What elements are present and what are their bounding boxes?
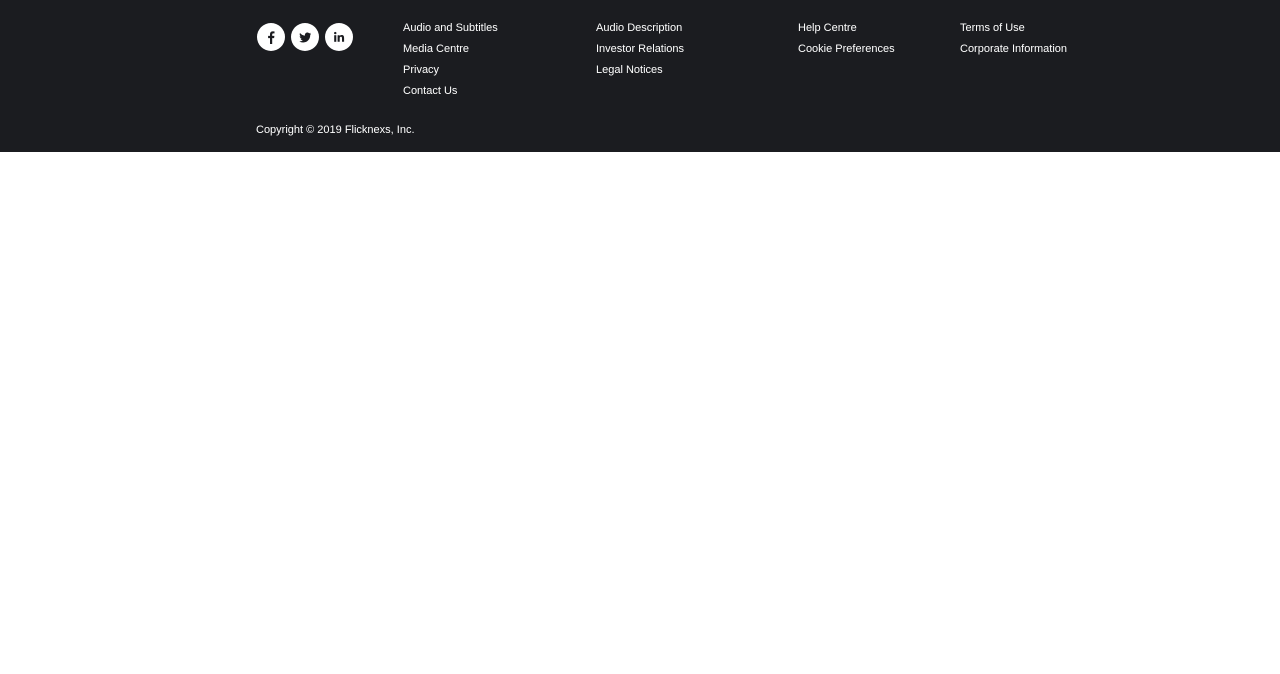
facebook-button[interactable] [257,23,285,51]
link-help-centre[interactable]: Help Centre [798,22,857,34]
copyright-text: Copyright © 2019 Flicknexs, Inc. [256,124,415,136]
link-privacy[interactable]: Privacy [403,64,439,76]
linkedin-button[interactable] [325,23,353,51]
link-contact-us[interactable]: Contact Us [403,85,457,97]
list-item: Privacy [403,61,498,82]
list-item: Media Centre [403,40,498,61]
list-item: Legal Notices [596,61,684,82]
list-item: Audio and Subtitles [403,19,498,40]
site-footer: Audio and Subtitles Media Centre Privacy… [0,0,1280,152]
footer-links-col-3: Help Centre Cookie Preferences [798,19,895,61]
list-item: Corporate Information [960,40,1067,61]
social-links [257,23,353,51]
footer-links-col-2: Audio Description Investor Relations Leg… [596,19,684,82]
list-item: Cookie Preferences [798,40,895,61]
link-investor-relations[interactable]: Investor Relations [596,43,684,55]
list-item: Audio Description [596,19,684,40]
link-corporate-information[interactable]: Corporate Information [960,43,1067,55]
link-legal-notices[interactable]: Legal Notices [596,64,663,76]
list-item: Investor Relations [596,40,684,61]
footer-links-col-4: Terms of Use Corporate Information [960,19,1067,61]
list-item: Help Centre [798,19,895,40]
linkedin-icon [334,31,345,42]
link-cookie-preferences[interactable]: Cookie Preferences [798,43,895,55]
twitter-button[interactable] [291,23,319,51]
facebook-icon [268,31,275,44]
link-audio-and-subtitles[interactable]: Audio and Subtitles [403,22,498,34]
footer-links-col-1: Audio and Subtitles Media Centre Privacy… [403,19,498,103]
list-item: Contact Us [403,82,498,103]
link-terms-of-use[interactable]: Terms of Use [960,22,1025,34]
link-audio-description[interactable]: Audio Description [596,22,682,34]
link-media-centre[interactable]: Media Centre [403,43,469,55]
list-item: Terms of Use [960,19,1067,40]
twitter-icon [299,32,311,43]
